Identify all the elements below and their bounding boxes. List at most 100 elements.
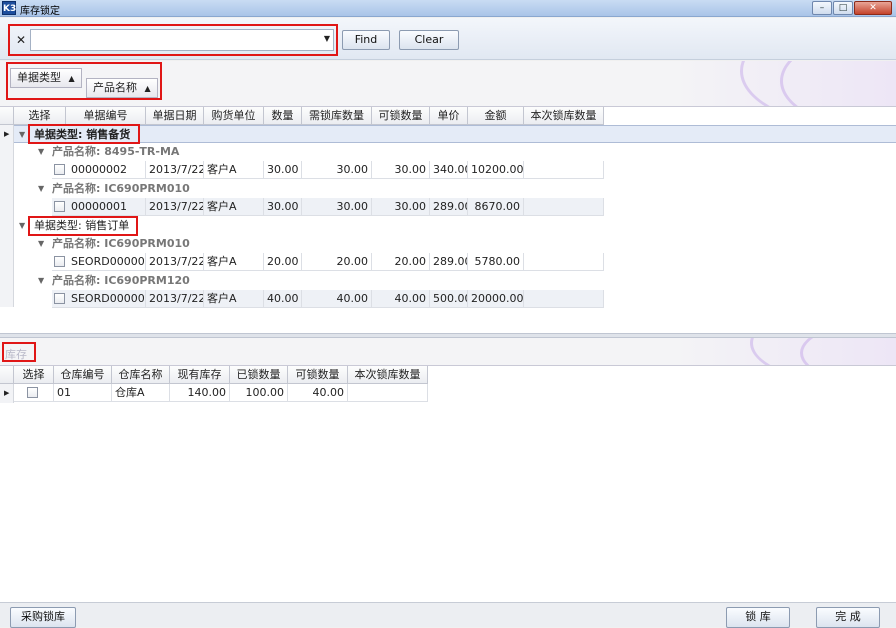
select-cell[interactable] [52, 161, 66, 179]
date-cell[interactable]: 2013/7/22 [146, 290, 204, 308]
customer-cell[interactable]: 客户A [204, 253, 264, 271]
price-cell[interactable]: 340.00 [430, 161, 468, 179]
qty-cell[interactable]: 20.00 [264, 253, 302, 271]
row-checkbox[interactable] [27, 387, 38, 398]
collapse-icon[interactable]: ▼ [38, 143, 44, 161]
lock-qty-cell[interactable] [524, 161, 604, 179]
collapse-icon[interactable]: ▼ [38, 180, 44, 198]
need-lock-cell[interactable]: 30.00 [302, 161, 372, 179]
done-button[interactable]: 完 成 [816, 607, 880, 628]
group-chip-label: 单据类型 [17, 71, 61, 84]
col-header-warehouse-name[interactable]: 仓库名称 [112, 366, 170, 384]
doc-no-cell[interactable]: SEORD000004 [66, 253, 146, 271]
col-header-avail-lock[interactable]: 可锁数量 [372, 107, 430, 125]
subgroup-row[interactable]: ▼ 产品名称: IC690PRM010 [14, 180, 604, 198]
footer-bar: 采购锁库 锁 库 完 成 [0, 602, 896, 628]
col-header-amount[interactable]: 金额 [468, 107, 524, 125]
clear-button[interactable]: Clear [399, 30, 459, 50]
col-header-select[interactable]: 选择 [14, 366, 54, 384]
row-checkbox[interactable] [54, 201, 65, 212]
avail-lock-cell[interactable]: 30.00 [372, 198, 430, 216]
qty-cell[interactable]: 30.00 [264, 161, 302, 179]
collapse-icon[interactable]: ▼ [38, 235, 44, 253]
price-cell[interactable]: 289.00 [430, 198, 468, 216]
warehouse-code-cell[interactable]: 01 [54, 384, 112, 402]
date-cell[interactable]: 2013/7/22 [146, 253, 204, 271]
row-checkbox[interactable] [54, 293, 65, 304]
group-chip-product-name[interactable]: 产品名称 ▲ [86, 78, 158, 98]
amount-cell[interactable]: 10200.00 [468, 161, 524, 179]
doc-no-cell[interactable]: SEORD000005 [66, 290, 146, 308]
lock-qty-cell[interactable] [348, 384, 428, 402]
date-cell[interactable]: 2013/7/22 [146, 198, 204, 216]
avail-lock-cell[interactable]: 30.00 [372, 161, 430, 179]
select-cell[interactable] [14, 384, 54, 402]
row-checkbox[interactable] [54, 256, 65, 267]
qty-cell[interactable]: 30.00 [264, 198, 302, 216]
chevron-down-icon[interactable]: ▼ [324, 34, 330, 43]
group-chip-doc-type[interactable]: 单据类型 ▲ [10, 68, 82, 88]
highlight-box [28, 124, 140, 144]
col-header-avail[interactable]: 可锁数量 [288, 366, 348, 384]
collapse-icon[interactable]: ▼ [38, 272, 44, 290]
subgroup-row[interactable]: ▼ 产品名称: IC690PRM120 [14, 272, 604, 290]
select-cell[interactable] [52, 253, 66, 271]
close-button[interactable]: ✕ [854, 1, 892, 15]
warehouse-name-cell[interactable]: 仓库A [112, 384, 170, 402]
filter-combobox[interactable]: ▼ [30, 29, 334, 51]
maximize-button[interactable]: □ [833, 1, 853, 15]
avail-cell[interactable]: 40.00 [288, 384, 348, 402]
row-checkbox[interactable] [54, 164, 65, 175]
customer-cell[interactable]: 客户A [204, 290, 264, 308]
locked-cell[interactable]: 100.00 [230, 384, 288, 402]
col-header-doc-date[interactable]: 单据日期 [146, 107, 204, 125]
need-lock-cell[interactable]: 30.00 [302, 198, 372, 216]
doc-no-cell[interactable]: 00000002 [66, 161, 146, 179]
filter-highlight: ✕ ▼ [8, 24, 338, 56]
amount-cell[interactable]: 8670.00 [468, 198, 524, 216]
sort-up-icon: ▲ [68, 74, 75, 83]
col-header-qty[interactable]: 数量 [264, 107, 302, 125]
purchase-lock-button[interactable]: 采购锁库 [10, 607, 76, 628]
lock-qty-cell[interactable] [524, 253, 604, 271]
avail-lock-cell[interactable]: 20.00 [372, 253, 430, 271]
amount-cell[interactable]: 20000.00 [468, 290, 524, 308]
col-header-customer[interactable]: 购货单位 [204, 107, 264, 125]
col-header-price[interactable]: 单价 [430, 107, 468, 125]
col-header-warehouse-code[interactable]: 仓库编号 [54, 366, 112, 384]
subgroup-row[interactable]: ▼ 产品名称: 8495-TR-MA [14, 143, 604, 161]
col-header-select[interactable]: 选择 [14, 107, 66, 125]
qty-cell[interactable]: 40.00 [264, 290, 302, 308]
price-cell[interactable]: 500.00 [430, 290, 468, 308]
onhand-cell[interactable]: 140.00 [170, 384, 230, 402]
col-header-lock-qty[interactable]: 本次锁库数量 [348, 366, 428, 384]
col-header-locked[interactable]: 已锁数量 [230, 366, 288, 384]
amount-cell[interactable]: 5780.00 [468, 253, 524, 271]
col-header-onhand[interactable]: 现有库存 [170, 366, 230, 384]
app-logo-icon: K3 [2, 1, 16, 15]
highlight-box [28, 216, 138, 236]
date-cell[interactable]: 2013/7/22 [146, 161, 204, 179]
lock-qty-cell[interactable] [524, 290, 604, 308]
subgroup-row[interactable]: ▼ 产品名称: IC690PRM010 [14, 235, 604, 253]
col-header-need-lock[interactable]: 需锁库数量 [302, 107, 372, 125]
need-lock-cell[interactable]: 40.00 [302, 290, 372, 308]
doc-no-cell[interactable]: 00000001 [66, 198, 146, 216]
collapse-icon[interactable]: ▼ [19, 126, 25, 144]
select-cell[interactable] [52, 198, 66, 216]
lock-qty-cell[interactable] [524, 198, 604, 216]
lock-button[interactable]: 锁 库 [726, 607, 790, 628]
col-header-doc-no[interactable]: 单据编号 [66, 107, 146, 125]
collapse-icon[interactable]: ▼ [19, 217, 25, 235]
find-button[interactable]: Find [342, 30, 390, 50]
minimize-button[interactable]: – [812, 1, 832, 15]
customer-cell[interactable]: 客户A [204, 161, 264, 179]
price-cell[interactable]: 289.00 [430, 253, 468, 271]
clear-filter-icon[interactable]: ✕ [16, 33, 26, 47]
customer-cell[interactable]: 客户A [204, 198, 264, 216]
avail-lock-cell[interactable]: 40.00 [372, 290, 430, 308]
group-row[interactable]: ▼ 单据类型: 销售备货 [14, 125, 896, 143]
col-header-lock-qty[interactable]: 本次锁库数量 [524, 107, 604, 125]
need-lock-cell[interactable]: 20.00 [302, 253, 372, 271]
select-cell[interactable] [52, 290, 66, 308]
